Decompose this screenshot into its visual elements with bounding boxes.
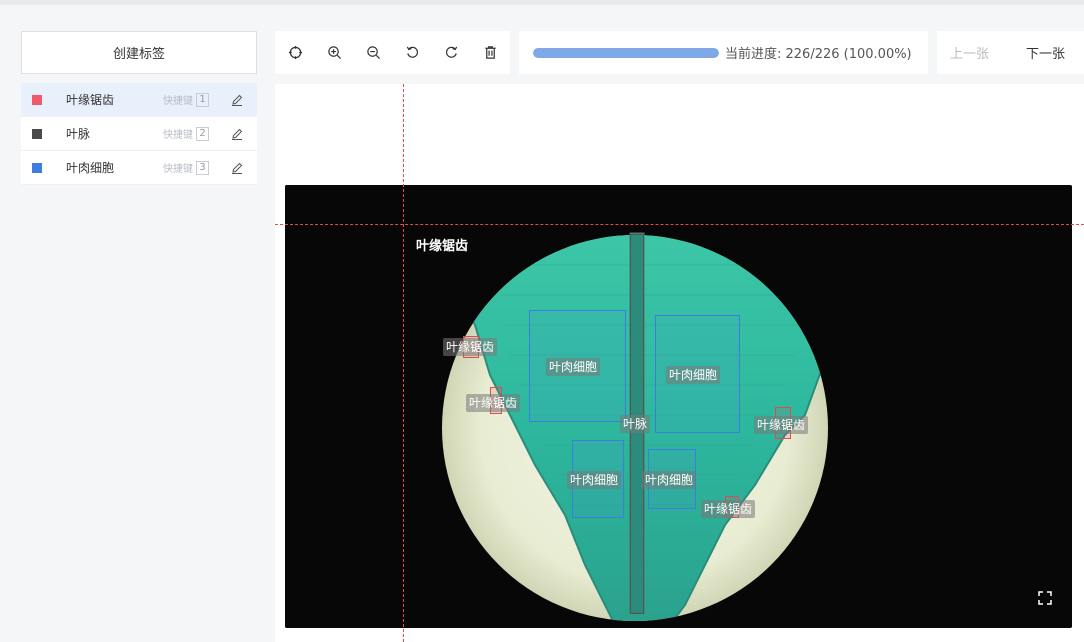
annotation-label: 叶肉细胞 xyxy=(642,471,697,489)
label-item-vein[interactable]: 叶脉 快捷键 2 xyxy=(21,117,257,151)
annotation-label: 叶肉细胞 xyxy=(666,366,721,384)
rotate-right-icon xyxy=(445,46,458,58)
toolbar xyxy=(275,31,510,74)
progress-bar xyxy=(533,47,719,58)
edit-icon[interactable] xyxy=(230,161,244,175)
shortcut-key: 3 xyxy=(196,160,209,175)
progress-fill xyxy=(533,47,719,58)
rotate-right-button[interactable] xyxy=(432,31,471,74)
label-item-serration[interactable]: 叶缘锯齿 快捷键 1 xyxy=(21,83,257,117)
progress-panel: 当前进度: 226/226 (100.00%) xyxy=(519,31,928,74)
next-image-button[interactable]: 下一张 xyxy=(1026,43,1065,62)
label-item-mesophyll[interactable]: 叶肉细胞 快捷键 3 xyxy=(21,151,257,185)
annotation-label: 叶缘锯齿 xyxy=(754,416,809,434)
crosshair-vertical-guide xyxy=(403,84,404,642)
cursor-label: 叶缘锯齿 xyxy=(416,239,469,254)
navigation-panel: 上一张 下一张 xyxy=(937,31,1084,74)
delete-button[interactable] xyxy=(471,31,510,74)
label-color-swatch xyxy=(32,162,42,173)
shortcut-label: 快捷键 xyxy=(163,96,193,107)
delete-icon xyxy=(485,46,496,59)
annotation-label: 叶肉细胞 xyxy=(546,358,601,376)
edit-icon[interactable] xyxy=(230,93,244,107)
create-label-button[interactable]: 创建标签 xyxy=(21,31,257,74)
shortcut-key: 1 xyxy=(196,92,209,107)
progress-text: 当前进度: 226/226 (100.00%) xyxy=(725,47,912,62)
label-name: 叶缘锯齿 xyxy=(66,93,115,107)
crosshair-tool-button[interactable] xyxy=(276,31,315,74)
shortcut-hint: 快捷键 3 xyxy=(163,160,209,175)
edit-icon[interactable] xyxy=(230,127,244,141)
annotation-label: 叶缘锯齿 xyxy=(466,394,521,412)
label-name: 叶脉 xyxy=(66,127,91,141)
rotate-left-icon xyxy=(406,46,419,58)
zoom-in-icon xyxy=(328,46,342,60)
label-name: 叶肉细胞 xyxy=(66,161,115,175)
top-border xyxy=(0,0,1084,5)
fullscreen-icon[interactable] xyxy=(1038,591,1052,605)
label-color-swatch xyxy=(32,128,42,139)
zoom-out-icon xyxy=(367,46,381,60)
shortcut-key: 2 xyxy=(196,126,209,141)
rotate-left-button[interactable] xyxy=(393,31,432,74)
label-color-swatch xyxy=(32,94,42,105)
annotation-label: 叶缘锯齿 xyxy=(701,500,756,518)
shortcut-hint: 快捷键 2 xyxy=(163,126,209,141)
crosshair-icon xyxy=(288,45,303,60)
shortcut-label: 快捷键 xyxy=(163,164,193,175)
shortcut-label: 快捷键 xyxy=(163,130,193,141)
label-list: 叶缘锯齿 快捷键 1 叶脉 快捷键 2 叶肉细胞 快捷键 3 xyxy=(21,83,257,185)
annotation-canvas[interactable] xyxy=(275,84,1084,642)
annotation-label: 叶缘锯齿 xyxy=(443,338,498,356)
crosshair-horizontal-guide xyxy=(275,224,1084,225)
prev-image-button[interactable]: 上一张 xyxy=(950,43,989,62)
annotation-label: 叶肉细胞 xyxy=(567,471,622,489)
zoom-in-button[interactable] xyxy=(315,31,354,74)
zoom-out-button[interactable] xyxy=(354,31,393,74)
shortcut-hint: 快捷键 1 xyxy=(163,92,209,107)
annotation-label: 叶脉 xyxy=(620,415,651,433)
